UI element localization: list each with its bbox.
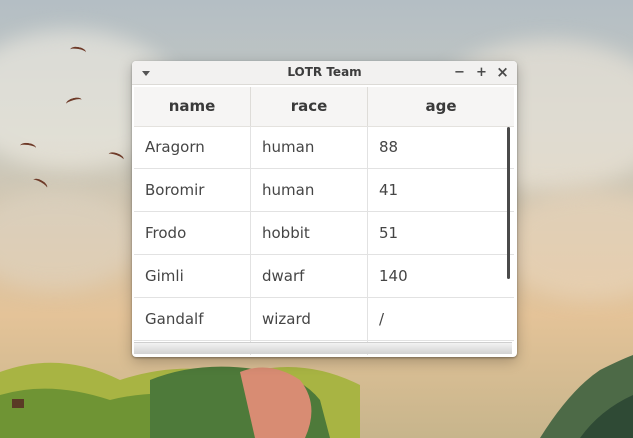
data-table: name race age Aragorn human 88 Boromir h… bbox=[134, 87, 514, 355]
table-row[interactable]: Aragorn human 88 bbox=[134, 126, 514, 169]
horizontal-scrollbar[interactable] bbox=[134, 342, 512, 354]
cell-age: 140 bbox=[379, 267, 408, 285]
close-button[interactable]: × bbox=[496, 65, 509, 80]
maximize-button[interactable]: + bbox=[475, 66, 488, 79]
lotr-team-window: LOTR Team − + × name race age Aragorn hu… bbox=[132, 61, 517, 357]
table-row[interactable]: Gandalf wizard / bbox=[134, 298, 514, 341]
table-row[interactable]: Frodo hobbit 51 bbox=[134, 212, 514, 255]
minimize-button[interactable]: − bbox=[453, 66, 466, 79]
table-body: Aragorn human 88 Boromir human 41 Frodo … bbox=[134, 126, 514, 355]
cell-race: human bbox=[251, 126, 368, 168]
triangle-down-icon[interactable] bbox=[140, 67, 152, 79]
table-row[interactable]: Boromir human 41 bbox=[134, 169, 514, 212]
cell-age: 88 bbox=[379, 138, 399, 156]
cell-race: hobbit bbox=[251, 212, 368, 254]
titlebar[interactable]: LOTR Team − + × bbox=[132, 61, 517, 85]
table-row[interactable]: Gimli dwarf 140 bbox=[134, 255, 514, 298]
column-header-name[interactable]: name bbox=[134, 87, 251, 126]
vertical-scrollbar[interactable] bbox=[507, 127, 510, 279]
cell-race: wizard bbox=[251, 298, 368, 340]
cell-name: Gandalf bbox=[134, 298, 251, 340]
cell-race: dwarf bbox=[251, 255, 368, 297]
column-header-age[interactable]: age bbox=[368, 87, 514, 126]
cell-name: Frodo bbox=[134, 212, 251, 254]
cell-age: 41 bbox=[379, 181, 399, 199]
column-header-race[interactable]: race bbox=[251, 87, 368, 126]
cell-name: Gimli bbox=[134, 255, 251, 297]
cell-age: / bbox=[379, 310, 385, 328]
cell-age: 51 bbox=[379, 224, 399, 242]
table-header: name race age bbox=[134, 87, 514, 127]
desktop-wallpaper: LOTR Team − + × name race age Aragorn hu… bbox=[0, 0, 633, 438]
cell-name: Boromir bbox=[134, 169, 251, 211]
cell-name: Aragorn bbox=[134, 126, 251, 168]
cell-race: human bbox=[251, 169, 368, 211]
